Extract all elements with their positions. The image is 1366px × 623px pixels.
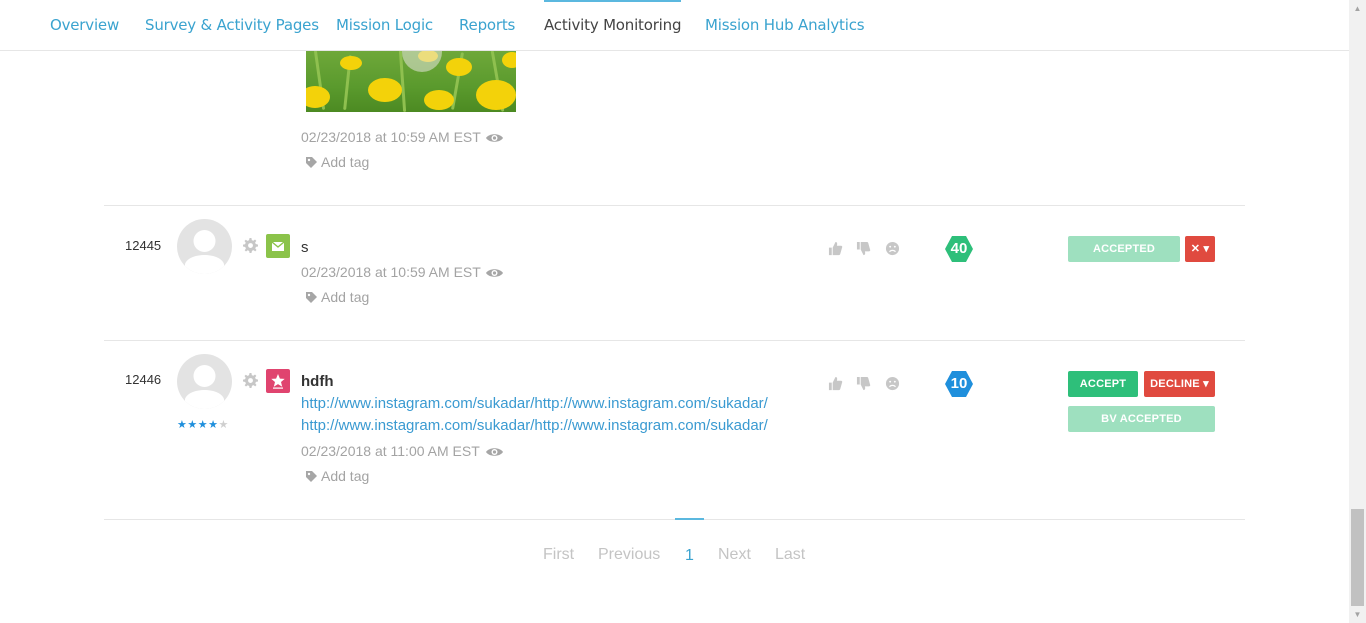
user-rating: ★★★★★ [177, 418, 229, 431]
star-icon [266, 369, 290, 393]
activity-title: hdfh [301, 373, 334, 390]
star-icon: ★ [177, 419, 188, 431]
points-badge: 10 [945, 371, 973, 397]
add-tag-link[interactable]: Add tag [305, 289, 369, 305]
row-divider [104, 340, 1245, 341]
bv-accepted-button[interactable]: BV ACCEPTED [1068, 406, 1215, 432]
tab-activity-monitoring[interactable]: Activity Monitoring [544, 0, 682, 50]
activity-timestamp: 02/23/2018 at 11:00 AM EST [301, 443, 480, 459]
accepted-button[interactable]: ACCEPTED [1068, 236, 1180, 262]
tab-survey-activity-pages[interactable]: Survey & Activity Pages [145, 0, 319, 50]
scroll-up-arrow-icon[interactable]: ▲ [1349, 0, 1366, 17]
envelope-icon [266, 234, 290, 258]
pagination-next[interactable]: Next [718, 546, 751, 564]
star-icon: ★ [187, 419, 198, 431]
sad-face-icon[interactable] [885, 241, 900, 256]
tag-icon [306, 471, 317, 482]
gear-icon[interactable] [243, 238, 258, 253]
star-icon: ★ [208, 419, 219, 431]
tag-icon [306, 157, 317, 168]
tag-icon [306, 292, 317, 303]
activity-link[interactable]: http://www.instagram.com/sukadar/http://… [301, 417, 768, 434]
activity-title: s [301, 239, 309, 256]
add-tag-label: Add tag [321, 289, 370, 305]
points-badge: 40 [945, 236, 973, 262]
scroll-down-arrow-icon[interactable]: ▼ [1349, 606, 1366, 623]
pagination-page-1[interactable]: 1 [685, 547, 694, 565]
tab-mission-hub-analytics[interactable]: Mission Hub Analytics [705, 0, 865, 50]
eye-icon[interactable] [485, 132, 504, 144]
thumbs-down-icon[interactable] [856, 241, 871, 256]
avatar[interactable] [177, 354, 232, 409]
decline-button[interactable]: DECLINE ▾ [1144, 371, 1215, 397]
add-tag-link[interactable]: Add tag [305, 154, 369, 170]
pagination-previous[interactable]: Previous [598, 546, 660, 564]
row-divider [104, 205, 1245, 206]
pagination-active-indicator [675, 518, 704, 520]
activity-timestamp: 02/23/2018 at 10:59 AM EST [301, 129, 481, 145]
eye-icon[interactable] [485, 267, 504, 279]
tab-overview[interactable]: Overview [50, 0, 119, 50]
star-icon: ★ [197, 419, 209, 431]
gear-icon[interactable] [243, 373, 258, 388]
decline-menu-button[interactable]: ✕ ▾ [1185, 236, 1215, 262]
activity-photo[interactable] [306, 50, 516, 112]
sad-face-icon[interactable] [885, 376, 900, 391]
add-tag-label: Add tag [321, 468, 370, 484]
accept-button[interactable]: ACCEPT [1068, 371, 1138, 397]
add-tag-link[interactable]: Add tag [305, 468, 369, 484]
thumbs-up-icon[interactable] [828, 376, 843, 391]
avatar[interactable] [177, 219, 232, 274]
top-nav: Overview Survey & Activity Pages Mission… [0, 0, 1349, 51]
scrollbar-thumb[interactable] [1351, 509, 1364, 606]
thumbs-down-icon[interactable] [856, 376, 871, 391]
activity-link[interactable]: http://www.instagram.com/sukadar/http://… [301, 395, 768, 412]
eye-icon[interactable] [485, 446, 504, 458]
pagination-first[interactable]: First [543, 546, 574, 564]
activity-timestamp: 02/23/2018 at 10:59 AM EST [301, 264, 481, 280]
tab-reports[interactable]: Reports [459, 0, 515, 50]
add-tag-label: Add tag [321, 154, 370, 170]
tab-mission-logic[interactable]: Mission Logic [336, 0, 433, 50]
pagination-last[interactable]: Last [775, 546, 805, 564]
star-empty-icon: ★ [218, 419, 229, 431]
thumbs-up-icon[interactable] [828, 241, 843, 256]
activity-id: 12445 [125, 238, 162, 253]
activity-id: 12446 [125, 372, 162, 387]
